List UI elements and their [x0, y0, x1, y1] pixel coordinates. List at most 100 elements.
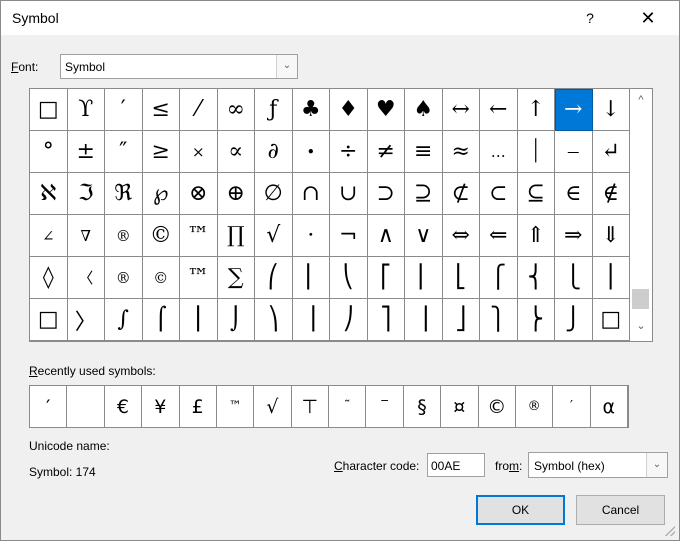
symbol-cell[interactable]: ⊗ [180, 173, 218, 215]
symbol-cell[interactable]: ↓ [592, 89, 630, 131]
symbol-cell[interactable]: ⎩ [555, 257, 593, 299]
symbol-cell[interactable]: ⊕ [217, 173, 255, 215]
symbol-cell[interactable]: ∠ [30, 215, 68, 257]
symbol-cell[interactable]: ⎝ [330, 257, 368, 299]
symbol-cell[interactable]: … [480, 131, 518, 173]
symbol-cell[interactable]: ♠ [405, 89, 443, 131]
from-dropdown[interactable]: Symbol (hex) ⌄ [528, 452, 668, 478]
symbol-cell[interactable]: ⎮ [180, 299, 218, 341]
symbol-cell[interactable]: ϒ [67, 89, 105, 131]
symbol-cell[interactable]: ∪ [330, 173, 368, 215]
recent-symbol-cell[interactable]: © [479, 386, 516, 427]
symbol-cell[interactable]: ℘ [142, 173, 180, 215]
symbol-cell[interactable]: ∇ [67, 215, 105, 257]
symbol-cell[interactable]: ® [105, 257, 143, 299]
recent-symbol-cell[interactable]: ¥ [142, 386, 180, 427]
recent-symbol-cell[interactable] [67, 386, 105, 427]
recent-symbol-cell[interactable]: £ [180, 386, 217, 427]
symbol-cell[interactable]: ⎛ [255, 257, 293, 299]
symbol-cell[interactable]: © [142, 257, 180, 299]
symbol-cell[interactable]: □ [592, 299, 630, 341]
symbol-cell[interactable]: ⎜ [292, 257, 330, 299]
symbol-cell[interactable]: ⎧ [480, 257, 518, 299]
symbol-cell[interactable]: ⊂ [480, 173, 518, 215]
recent-symbol-cell[interactable]: ® [516, 386, 554, 427]
recent-symbol-cell[interactable]: ˜ [329, 386, 367, 427]
symbol-cell[interactable]: ∅ [255, 173, 293, 215]
resize-grip-icon[interactable] [665, 526, 675, 536]
symbol-cell[interactable]: ™ [180, 215, 218, 257]
symbol-cell[interactable]: ≥ [142, 131, 180, 173]
symbol-cell[interactable]: ƒ [255, 89, 293, 131]
scroll-thumb[interactable] [632, 289, 649, 309]
symbol-cell[interactable]: ≡ [405, 131, 443, 173]
grid-scrollbar[interactable]: ^ ⌄ [630, 89, 652, 341]
symbol-cell[interactable]: √ [255, 215, 293, 257]
symbol-cell[interactable]: ≈ [442, 131, 480, 173]
symbol-cell[interactable]: ∩ [292, 173, 330, 215]
symbol-cell[interactable]: ¬ [330, 215, 368, 257]
symbol-cell[interactable]: ∈ [555, 173, 593, 215]
symbol-cell[interactable]: ± [67, 131, 105, 173]
symbol-cell[interactable]: □ [30, 299, 68, 341]
close-button[interactable]: ✕ [628, 5, 668, 31]
symbol-cell[interactable]: ⇔ [442, 215, 480, 257]
symbol-cell[interactable]: → [555, 89, 593, 131]
symbol-cell[interactable]: ∂ [255, 131, 293, 173]
symbol-cell[interactable]: ⊃ [367, 173, 405, 215]
symbol-cell[interactable]: ← [480, 89, 518, 131]
symbol-cell[interactable]: ≠ [367, 131, 405, 173]
symbol-cell[interactable]: ℑ [67, 173, 105, 215]
symbol-cell[interactable]: 〉 [67, 299, 105, 341]
font-dropdown[interactable]: Symbol ⌄ [60, 54, 298, 79]
recent-symbol-cell[interactable]: ⊤ [292, 386, 329, 427]
symbol-cell[interactable]: ∏ [217, 215, 255, 257]
symbol-cell[interactable]: ∨ [405, 215, 443, 257]
symbol-cell[interactable]: ∫ [105, 299, 143, 341]
symbol-cell[interactable]: ⎫ [480, 299, 518, 341]
recent-symbol-cell[interactable]: ™ [217, 386, 255, 427]
chevron-down-icon[interactable]: ⌄ [276, 55, 297, 78]
symbol-cell[interactable]: ⁄ [180, 89, 218, 131]
symbol-cell[interactable]: ⇓ [592, 215, 630, 257]
recent-symbol-cell[interactable]: § [404, 386, 442, 427]
symbol-cell[interactable]: × [180, 131, 218, 173]
symbol-cell[interactable]: ′ [105, 89, 143, 131]
symbol-cell[interactable]: ♣ [292, 89, 330, 131]
symbol-cell[interactable]: ⎡ [367, 257, 405, 299]
symbol-cell[interactable]: ↔ [442, 89, 480, 131]
symbol-cell[interactable]: ⎬ [517, 299, 555, 341]
symbol-cell[interactable]: ⊇ [405, 173, 443, 215]
recent-symbol-cell[interactable]: √ [254, 386, 292, 427]
symbol-cell[interactable]: ″ [105, 131, 143, 173]
symbol-cell[interactable]: ⎞ [255, 299, 293, 341]
recent-symbol-cell[interactable]: ′ [553, 386, 591, 427]
symbol-cell[interactable]: ⎤ [367, 299, 405, 341]
help-button[interactable]: ? [573, 5, 607, 31]
symbol-cell[interactable]: ℜ [105, 173, 143, 215]
symbol-cell[interactable]: ♦ [330, 89, 368, 131]
symbol-cell[interactable]: ∝ [217, 131, 255, 173]
symbol-cell[interactable]: □ [30, 89, 68, 131]
symbol-cell[interactable]: ∞ [217, 89, 255, 131]
symbol-cell[interactable]: ⎟ [292, 299, 330, 341]
symbol-cell[interactable]: ∉ [592, 173, 630, 215]
symbol-cell[interactable]: ⇒ [555, 215, 593, 257]
symbol-cell[interactable]: ⎪ [592, 257, 630, 299]
symbol-cell[interactable]: ⎯ [555, 131, 593, 173]
symbol-cell[interactable]: ≤ [142, 89, 180, 131]
symbol-cell[interactable]: ° [30, 131, 68, 173]
recent-symbol-cell[interactable]: € [105, 386, 143, 427]
recent-symbol-cell[interactable]: ′ [30, 386, 68, 427]
symbol-cell[interactable]: ♥ [367, 89, 405, 131]
symbol-cell[interactable]: © [142, 215, 180, 257]
recent-symbol-cell[interactable]: ‾ [366, 386, 404, 427]
symbol-cell[interactable]: ® [105, 215, 143, 257]
symbol-cell[interactable]: ⋅ [292, 215, 330, 257]
symbol-cell[interactable]: ⏐ [517, 131, 555, 173]
symbol-cell[interactable]: ⇑ [517, 215, 555, 257]
cancel-button[interactable]: Cancel [576, 495, 665, 525]
symbol-cell[interactable]: ∑ [217, 257, 255, 299]
symbol-cell[interactable]: • [292, 131, 330, 173]
symbol-cell[interactable]: ⇐ [480, 215, 518, 257]
